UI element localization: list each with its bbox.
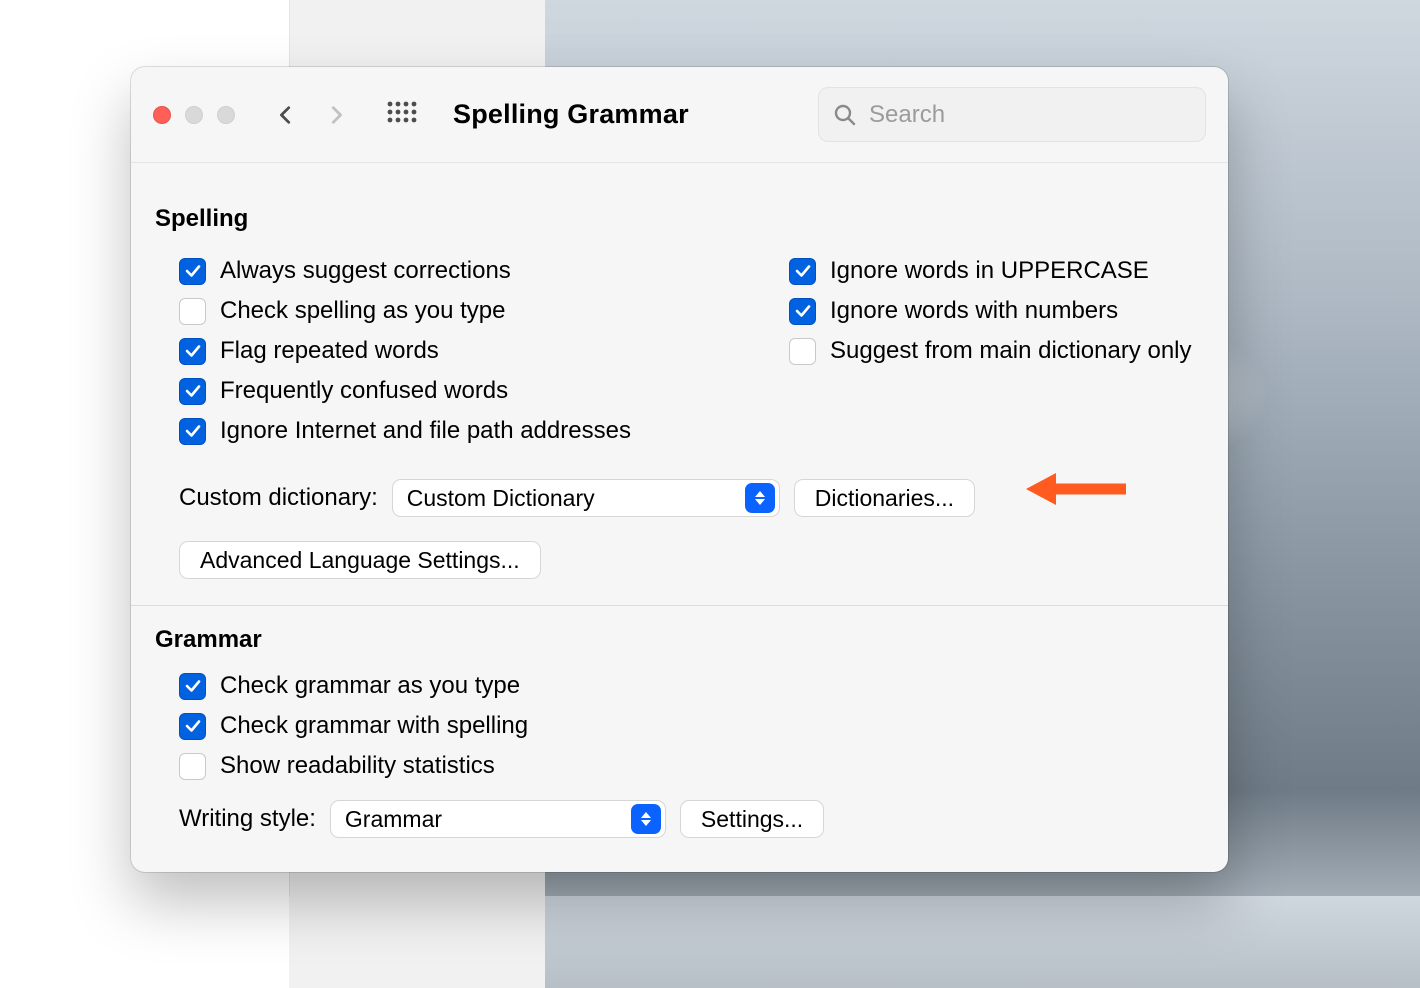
section-divider: [131, 605, 1228, 606]
option-spelling-right-1: Ignore words with numbers: [789, 297, 1204, 325]
search-input[interactable]: [867, 100, 1191, 130]
window-title: Spelling Grammar: [453, 99, 689, 130]
zoom-window-button[interactable]: [217, 106, 235, 124]
checkbox-label: Flag repeated words: [220, 337, 439, 365]
advanced-language-settings-button[interactable]: Advanced Language Settings...: [179, 541, 541, 579]
spelling-header: Spelling: [155, 205, 1204, 233]
checkbox[interactable]: [179, 378, 206, 405]
checkbox-label: Always suggest corrections: [220, 257, 511, 285]
checkbox[interactable]: [179, 673, 206, 700]
custom-dictionary-label: Custom dictionary:: [179, 484, 378, 512]
custom-dictionary-value: Custom Dictionary: [407, 485, 595, 512]
grammar-settings-button[interactable]: Settings...: [680, 800, 824, 838]
grammar-options: Check grammar as you type Check grammar w…: [155, 672, 765, 780]
checkbox[interactable]: [179, 753, 206, 780]
checkbox[interactable]: [179, 298, 206, 325]
option-grammar-1: Check grammar with spelling: [179, 712, 765, 740]
window-titlebar: Spelling Grammar: [131, 67, 1228, 163]
back-button[interactable]: [275, 104, 297, 126]
checkbox-label: Ignore Internet and file path addresses: [220, 417, 631, 445]
checkbox-label: Show readability statistics: [220, 752, 495, 780]
writing-style-label: Writing style:: [179, 805, 316, 833]
window-body: Spelling Always suggest corrections Check…: [131, 163, 1228, 838]
checkbox[interactable]: [789, 338, 816, 365]
checkbox-label: Check spelling as you type: [220, 297, 506, 325]
minimize-window-button[interactable]: [185, 106, 203, 124]
desktop-bg-grey-strip: [289, 896, 545, 988]
search-field[interactable]: [818, 87, 1206, 142]
checkbox[interactable]: [179, 713, 206, 740]
grammar-header: Grammar: [155, 626, 1204, 654]
checkbox-label: Check grammar as you type: [220, 672, 520, 700]
forward-button: [325, 104, 347, 126]
dictionaries-button[interactable]: Dictionaries...: [794, 479, 975, 517]
checkbox-label: Check grammar with spelling: [220, 712, 528, 740]
option-spelling-left-3: Frequently confused words: [179, 377, 765, 405]
spelling-options-right: Ignore words in UPPERCASE Ignore words wi…: [765, 251, 1204, 457]
checkbox[interactable]: [789, 298, 816, 325]
window-controls: [153, 106, 235, 124]
option-spelling-left-2: Flag repeated words: [179, 337, 765, 365]
option-spelling-right-2: Suggest from main dictionary only: [789, 337, 1204, 365]
select-arrows-icon: [631, 804, 661, 834]
checkbox[interactable]: [179, 418, 206, 445]
search-icon: [833, 103, 857, 127]
writing-style-value: Grammar: [345, 806, 442, 833]
desktop-background: Spelling Grammar Spelling Always suggest…: [0, 0, 1420, 988]
option-grammar-2: Show readability statistics: [179, 752, 765, 780]
checkbox-label: Ignore words in UPPERCASE: [830, 257, 1149, 285]
option-spelling-left-1: Check spelling as you type: [179, 297, 765, 325]
spelling-options-left: Always suggest corrections Check spelling…: [155, 251, 765, 457]
option-grammar-0: Check grammar as you type: [179, 672, 765, 700]
checkbox[interactable]: [789, 258, 816, 285]
checkbox-label: Ignore words with numbers: [830, 297, 1118, 325]
show-all-icon[interactable]: [387, 101, 417, 128]
option-spelling-right-0: Ignore words in UPPERCASE: [789, 257, 1204, 285]
option-spelling-left-4: Ignore Internet and file path addresses: [179, 417, 765, 445]
checkbox[interactable]: [179, 338, 206, 365]
checkbox[interactable]: [179, 258, 206, 285]
custom-dictionary-select[interactable]: Custom Dictionary: [392, 479, 780, 517]
close-window-button[interactable]: [153, 106, 171, 124]
select-arrows-icon: [745, 483, 775, 513]
checkbox-label: Suggest from main dictionary only: [830, 337, 1192, 365]
preferences-window: Spelling Grammar Spelling Always suggest…: [131, 67, 1228, 872]
writing-style-select[interactable]: Grammar: [330, 800, 666, 838]
checkbox-label: Frequently confused words: [220, 377, 508, 405]
desktop-bg-photo-strip: [545, 896, 1420, 988]
option-spelling-left-0: Always suggest corrections: [179, 257, 765, 285]
